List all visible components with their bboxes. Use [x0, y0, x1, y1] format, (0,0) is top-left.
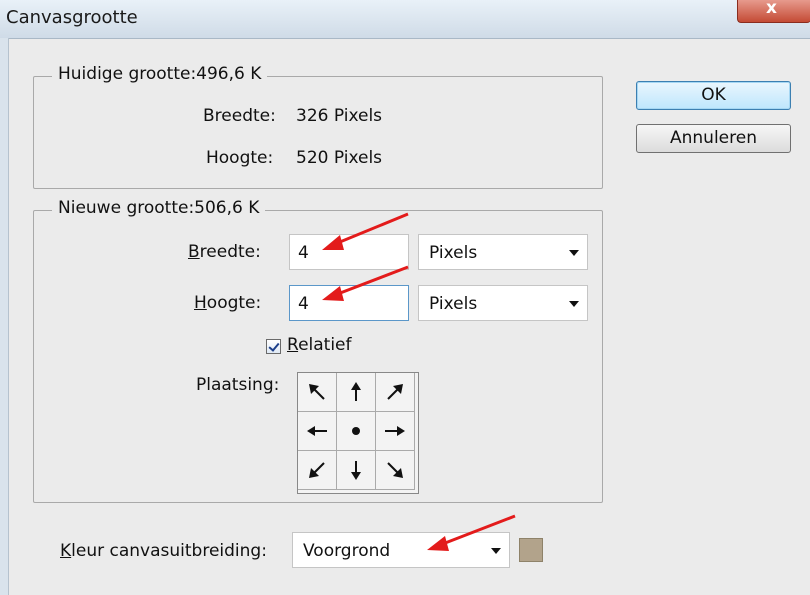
- cancel-button[interactable]: Annuleren: [636, 124, 791, 153]
- current-size-legend: Huidige grootte:496,6 K: [52, 64, 268, 84]
- anchor-top-left[interactable]: [298, 373, 337, 412]
- arrow-up-icon: [351, 382, 361, 401]
- window-title: Canvasgrootte: [6, 7, 138, 28]
- anchor-label: Plaatsing:: [196, 375, 280, 395]
- dot-icon: [352, 427, 360, 435]
- anchor-top[interactable]: [337, 373, 376, 412]
- current-width-value: 326 Pixels: [296, 106, 383, 126]
- current-height-label: Hoogte:: [206, 148, 274, 168]
- arrow-down-icon: [351, 461, 361, 480]
- height-unit-select[interactable]: Pixels: [418, 285, 588, 321]
- close-button[interactable]: x: [737, 0, 810, 23]
- title-bar: Canvasgrootte x: [0, 0, 810, 39]
- chevron-down-icon: [491, 548, 501, 554]
- anchor-bottom-right[interactable]: [376, 451, 415, 490]
- window-left-border: [0, 38, 9, 595]
- new-height-label: Hoogte:: [194, 293, 262, 313]
- anchor-left[interactable]: [298, 412, 337, 451]
- current-size-group: Huidige grootte:496,6 K: [33, 64, 603, 189]
- width-unit-value: Pixels: [429, 243, 478, 263]
- new-height-input[interactable]: 4: [289, 285, 409, 321]
- arrow-down-right-icon: [387, 462, 403, 478]
- height-unit-value: Pixels: [429, 294, 478, 314]
- close-icon: x: [766, 0, 777, 18]
- anchor-center[interactable]: [337, 412, 376, 451]
- anchor-bottom[interactable]: [337, 451, 376, 490]
- width-unit-select[interactable]: Pixels: [418, 234, 588, 270]
- chevron-down-icon: [569, 250, 579, 256]
- arrow-right-icon: [385, 426, 405, 436]
- ok-button[interactable]: OK: [636, 81, 791, 110]
- anchor-bottom-left[interactable]: [298, 451, 337, 490]
- new-width-input[interactable]: 4: [289, 234, 409, 270]
- arrow-left-icon: [307, 426, 327, 436]
- current-width-label: Breedte:: [203, 106, 276, 126]
- arrow-down-left-icon: [309, 462, 325, 478]
- canvas-extension-value: Voorgrond: [303, 541, 391, 561]
- anchor-top-right[interactable]: [376, 373, 415, 412]
- relative-label[interactable]: Relatief: [287, 335, 352, 355]
- canvas-extension-label: Kleur canvasuitbreiding:: [60, 541, 267, 561]
- arrow-up-right-icon: [387, 384, 403, 400]
- new-width-label: Breedte:: [188, 242, 261, 262]
- anchor-grid: [297, 372, 419, 494]
- new-size-legend: Nieuwe grootte:506,6 K: [52, 198, 266, 218]
- anchor-right[interactable]: [376, 412, 415, 451]
- chevron-down-icon: [569, 301, 579, 307]
- canvas-extension-select[interactable]: Voorgrond: [292, 532, 510, 568]
- arrow-up-left-icon: [309, 384, 325, 400]
- canvas-color-swatch[interactable]: [519, 538, 543, 562]
- relative-checkbox[interactable]: [266, 339, 281, 354]
- current-height-value: 520 Pixels: [296, 148, 383, 168]
